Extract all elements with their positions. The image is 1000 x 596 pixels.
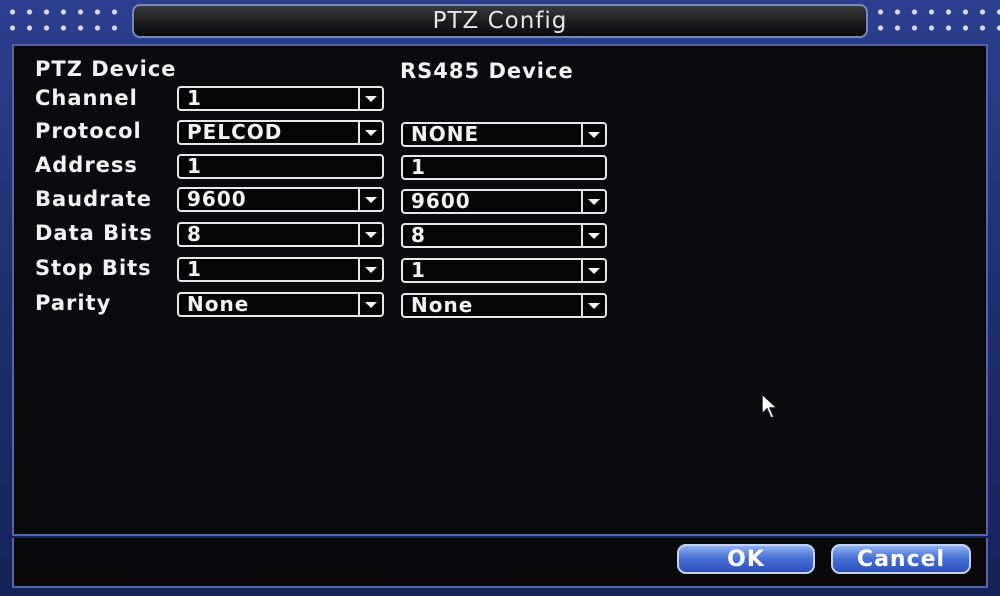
rs485-data-bits-select[interactable]: 8: [401, 223, 607, 248]
rs485-stop-bits-select[interactable]: 1: [401, 258, 607, 283]
baudrate-label: Baudrate: [35, 187, 152, 211]
cancel-button[interactable]: Cancel: [831, 544, 971, 574]
dropdown-arrow-icon[interactable]: [358, 259, 382, 280]
dropdown-arrow-icon[interactable]: [581, 295, 605, 316]
channel-label: Channel: [35, 86, 138, 110]
ptz-config-dialog: PTZ Config PTZ Device RS485 Device Chann…: [0, 0, 1000, 596]
ptz-parity-select[interactable]: None: [177, 292, 384, 317]
rs485-baudrate-value: 9600: [411, 189, 471, 213]
rs485-protocol-value: NONE: [411, 122, 480, 146]
ptz-protocol-select[interactable]: PELCOD: [177, 120, 384, 145]
ptz-address-input[interactable]: 1: [177, 154, 384, 179]
parity-label: Parity: [35, 291, 112, 315]
rs485-address-value: 1: [411, 155, 426, 179]
mouse-pointer-icon: [761, 393, 779, 419]
dropdown-arrow-icon[interactable]: [358, 88, 382, 109]
data-bits-label: Data Bits: [35, 221, 153, 245]
stop-bits-label: Stop Bits: [35, 256, 152, 280]
ptz-stop-bits-value: 1: [187, 257, 202, 281]
decorative-dots-left: [0, 2, 128, 36]
rs485-stop-bits-value: 1: [411, 258, 426, 282]
dropdown-arrow-icon[interactable]: [581, 260, 605, 281]
dropdown-arrow-icon[interactable]: [581, 225, 605, 246]
rs485-device-header: RS485 Device: [400, 59, 574, 83]
ptz-stop-bits-select[interactable]: 1: [177, 257, 384, 282]
ptz-baudrate-value: 9600: [187, 187, 247, 211]
ptz-protocol-value: PELCOD: [187, 120, 283, 144]
ptz-data-bits-select[interactable]: 8: [177, 222, 384, 247]
rs485-data-bits-value: 8: [411, 223, 426, 247]
ok-button[interactable]: OK: [677, 544, 815, 574]
rs485-parity-value: None: [411, 293, 474, 317]
rs485-protocol-select[interactable]: NONE: [401, 122, 607, 147]
ptz-data-bits-value: 8: [187, 222, 202, 246]
dropdown-arrow-icon[interactable]: [358, 189, 382, 210]
dropdown-arrow-icon[interactable]: [358, 294, 382, 315]
rs485-address-input[interactable]: 1: [401, 155, 607, 180]
rs485-baudrate-select[interactable]: 9600: [401, 189, 607, 214]
dropdown-arrow-icon[interactable]: [581, 124, 605, 145]
decorative-dots-right: [868, 2, 1000, 36]
config-panel: [12, 44, 988, 536]
ptz-device-header: PTZ Device: [35, 57, 177, 81]
dropdown-arrow-icon[interactable]: [358, 224, 382, 245]
address-label: Address: [35, 153, 138, 177]
ptz-channel-select[interactable]: 1: [177, 86, 384, 111]
ptz-parity-value: None: [187, 292, 250, 316]
dialog-title: PTZ Config: [132, 4, 868, 38]
dropdown-arrow-icon[interactable]: [358, 122, 382, 143]
ptz-channel-value: 1: [187, 86, 202, 110]
ptz-baudrate-select[interactable]: 9600: [177, 187, 384, 212]
ptz-address-value: 1: [187, 154, 202, 178]
rs485-parity-select[interactable]: None: [401, 293, 607, 318]
dropdown-arrow-icon[interactable]: [581, 191, 605, 212]
protocol-label: Protocol: [35, 119, 142, 143]
